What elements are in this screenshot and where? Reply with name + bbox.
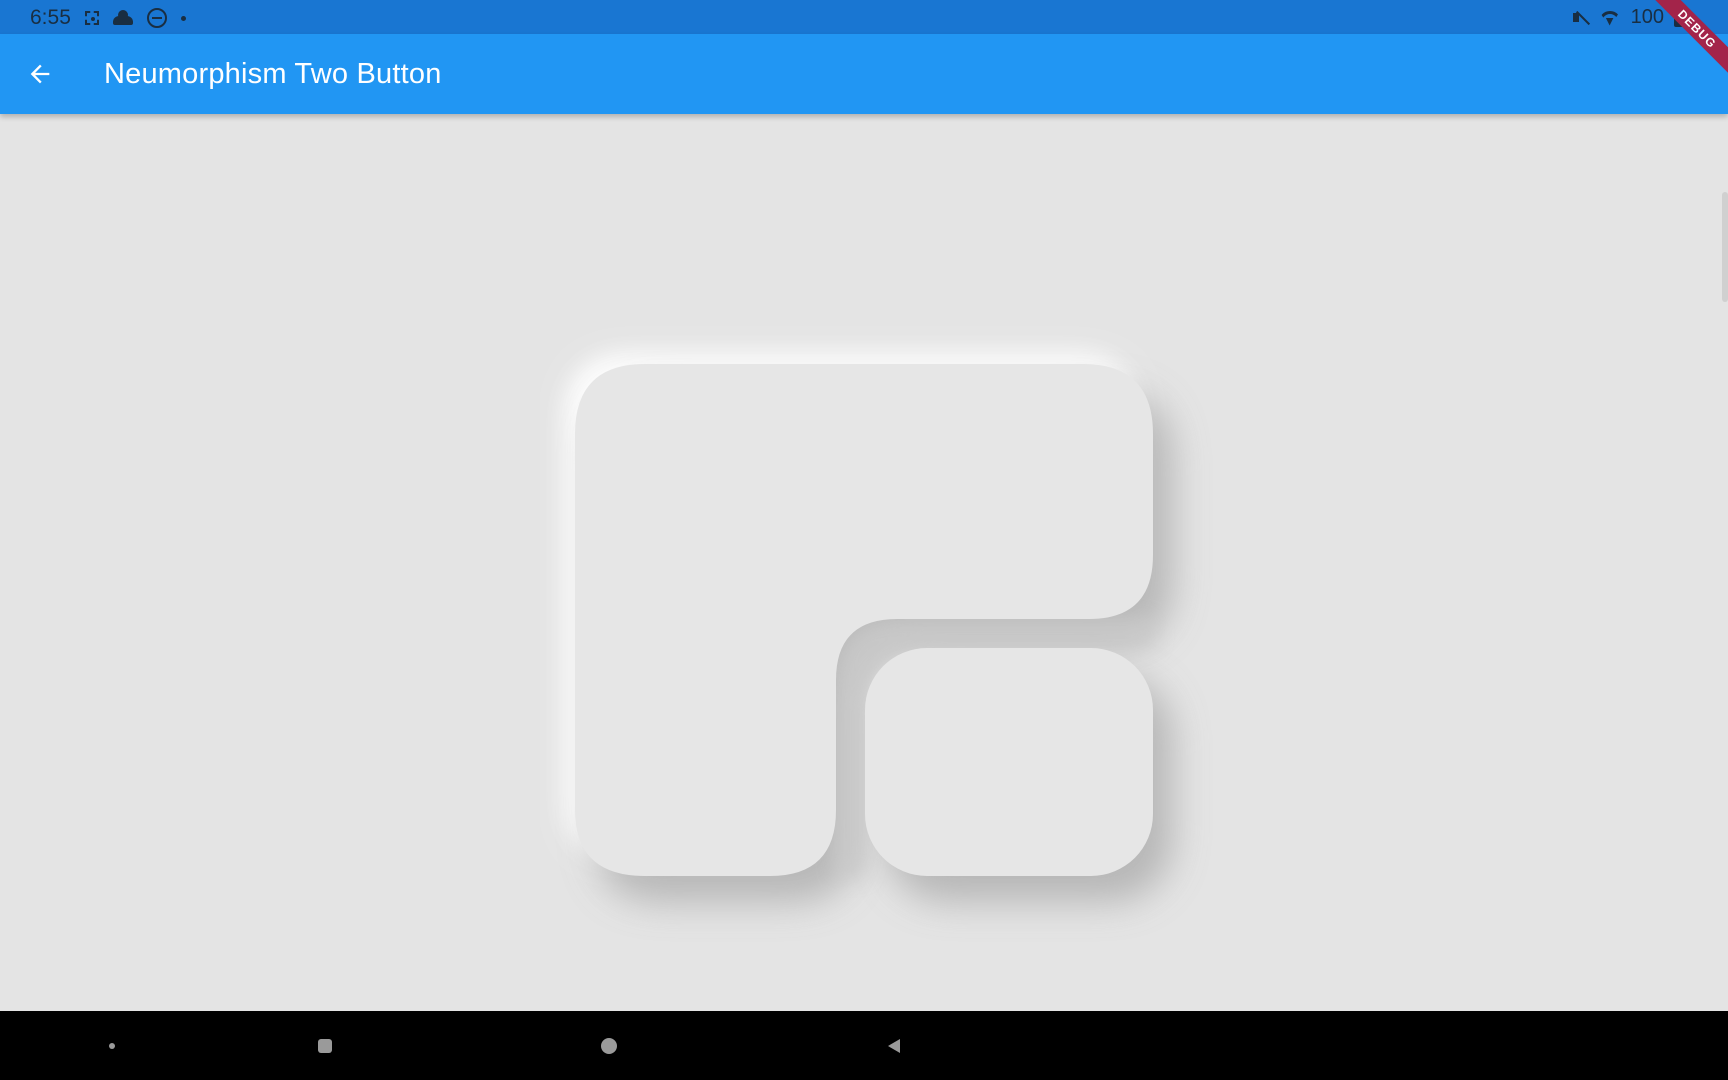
status-bar: 6:55 100 <box>0 0 1728 34</box>
cloud-icon <box>112 8 133 28</box>
home-icon <box>601 1038 617 1054</box>
app-bar: Neumorphism Two Button <box>0 34 1728 114</box>
home-button[interactable] <box>598 1035 620 1057</box>
page-title: Neumorphism Two Button <box>104 58 442 90</box>
recents-icon <box>318 1039 332 1053</box>
arrow-back-icon <box>30 64 50 84</box>
navigation-bar <box>0 1011 1728 1080</box>
small-neumorphic-button[interactable] <box>865 648 1153 876</box>
mute-icon <box>1572 9 1589 27</box>
do-not-disturb-icon <box>146 8 167 28</box>
system-back-button[interactable] <box>884 1035 906 1057</box>
wifi-icon <box>1599 9 1621 27</box>
content-area <box>0 114 1728 1011</box>
screen: 6:55 100 Neumorphism Two Button DEBUG <box>0 0 1728 1080</box>
assistant-button[interactable] <box>101 1035 123 1057</box>
battery-level: 100 <box>1630 6 1664 28</box>
status-time: 6:55 <box>30 6 71 29</box>
recents-button[interactable] <box>314 1035 336 1057</box>
assistant-dot-icon <box>109 1043 115 1049</box>
neumorphic-group <box>563 352 1173 902</box>
screenshot-icon <box>84 11 99 25</box>
status-left: 6:55 <box>30 6 186 30</box>
scroll-indicator <box>1722 192 1728 302</box>
back-button[interactable] <box>16 50 64 98</box>
notification-dot-icon <box>180 15 186 21</box>
back-triangle-icon <box>888 1039 900 1053</box>
